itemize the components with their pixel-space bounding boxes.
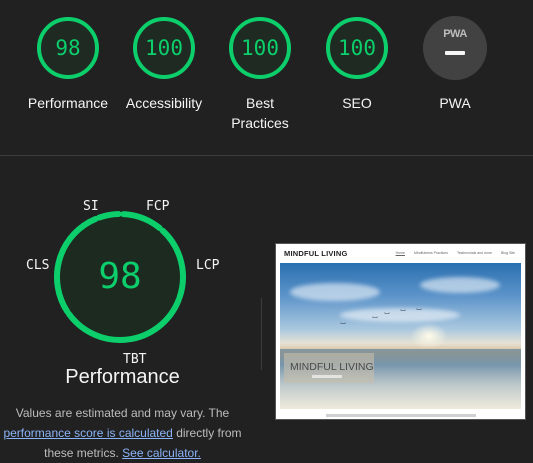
score-accessibility: 100 <box>145 36 183 60</box>
thumb-hero-overlay: MINDFUL LIVING <box>284 353 374 383</box>
label-accessibility: Accessibility <box>125 95 203 111</box>
thumb-hero-title: MINDFUL LIVING <box>290 361 374 373</box>
final-screenshot-thumbnail[interactable]: MINDFUL LIVING Home Mindfulness Practice… <box>275 243 526 420</box>
pwa-dash-icon <box>445 51 465 55</box>
metric-tbt: TBT <box>123 352 147 367</box>
label-seo: SEO <box>342 95 372 111</box>
gauge-pwa[interactable]: PWA PWA <box>405 16 505 113</box>
gauge-seo[interactable]: 100 SEO <box>307 16 407 113</box>
thumb-nav-item: Testimonials and more <box>456 251 492 255</box>
metric-si: SI <box>83 199 99 214</box>
thumb-hero-image: ︶ ︶ ︶ ︶ ︶ MINDFUL LIVING <box>280 263 521 409</box>
thumb-nav-item: Mindfulness Practices <box>413 251 448 255</box>
pwa-badge-text: PWA <box>443 28 467 40</box>
gauge-accessibility[interactable]: 100 Accessibility <box>114 16 214 113</box>
metric-cls: CLS <box>26 258 50 273</box>
section-divider <box>0 155 533 156</box>
bird-icon: ︶ <box>400 311 407 317</box>
note-text-3: these metrics. <box>44 446 119 460</box>
bird-icon: ︶ <box>384 314 391 320</box>
label-best-practices-line2: Practices <box>231 115 289 131</box>
bird-icon: ︶ <box>340 324 347 330</box>
gauge-best-practices[interactable]: 100 Best Practices <box>210 16 310 133</box>
see-calculator-link[interactable]: See calculator. <box>122 446 201 460</box>
thumb-footer-text <box>326 414 476 417</box>
gauge-performance[interactable]: 98 Performance <box>18 16 118 113</box>
thumb-hero-subtitle <box>312 375 342 378</box>
performance-title: Performance <box>65 366 180 388</box>
bird-icon: ︶ <box>416 310 423 316</box>
label-pwa: PWA <box>439 95 471 111</box>
note-text-2: directly from <box>176 426 242 440</box>
thumb-nav-item: Home <box>395 251 405 255</box>
thumb-navlinks: Home Mindfulness Practices Testimonials … <box>388 251 515 255</box>
label-best-practices: Best Practices <box>210 93 310 133</box>
metric-lcp: LCP <box>196 258 220 273</box>
pwa-badge: PWA <box>423 16 487 80</box>
note-text-1: Values are estimated and may vary. The <box>15 406 230 420</box>
category-gauges: 98 Performance 100 Accessibility 100 Bes… <box>0 0 533 156</box>
vertical-divider <box>261 298 262 370</box>
bird-icon: ︶ <box>372 318 379 324</box>
thumb-nav-item: Blog Site <box>500 251 515 255</box>
score-calculated-link[interactable]: performance score is calculated <box>3 426 172 440</box>
thumb-navbar: MINDFUL LIVING Home Mindfulness Practice… <box>276 244 525 263</box>
thumb-brand: MINDFUL LIVING <box>284 249 348 258</box>
performance-note: Values are estimated and may vary. The p… <box>0 403 245 463</box>
label-best-practices-line1: Best <box>245 95 274 111</box>
performance-score: 98 <box>98 256 142 297</box>
metric-fcp: FCP <box>146 199 170 214</box>
label-performance: Performance <box>27 95 109 111</box>
score-performance: 98 <box>55 36 81 60</box>
score-seo: 100 <box>338 36 376 60</box>
score-best-practices: 100 <box>241 36 279 60</box>
sun-glow <box>410 323 448 349</box>
